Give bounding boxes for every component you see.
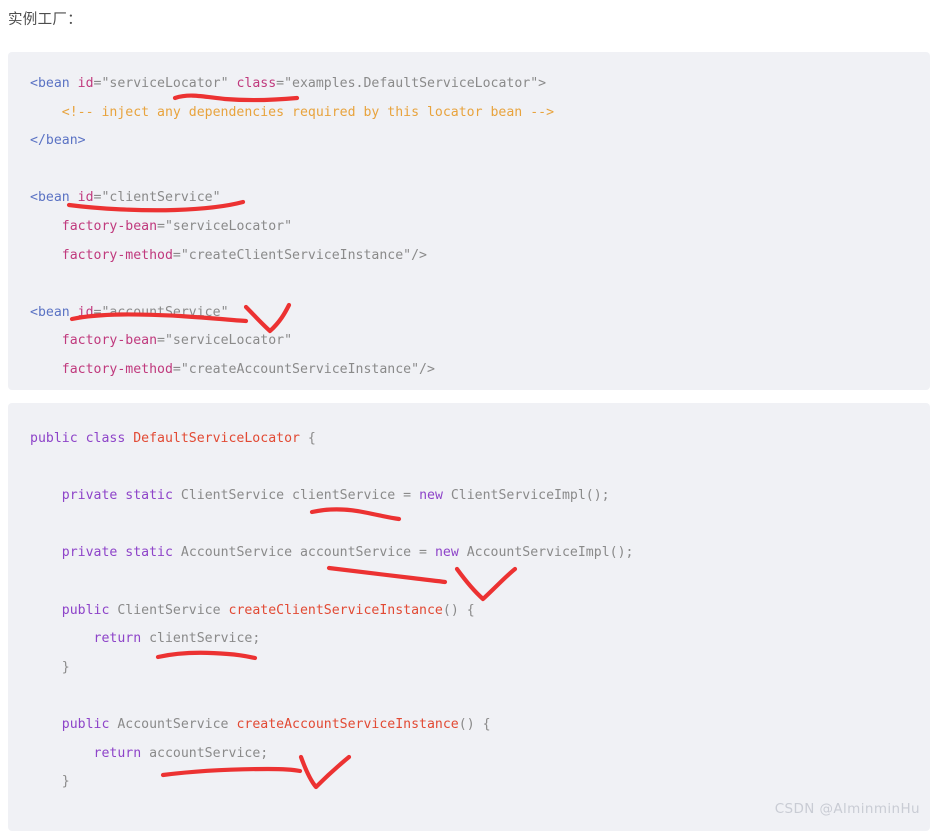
code-line: public class DefaultServiceLocator { [8, 425, 930, 454]
code-token: DefaultServiceLocator [133, 431, 300, 446]
code-line: return clientService; [8, 625, 930, 654]
code-block-java: public class DefaultServiceLocator { pri… [8, 403, 930, 831]
code-token: return [93, 631, 150, 647]
code-token: ="createClientServiceInstance"/> [172, 247, 427, 263]
code-token: clientService; [149, 631, 261, 647]
code-token: </bean> [30, 133, 86, 149]
code-block-xml: <bean id="serviceLocator" class="example… [8, 52, 930, 390]
code-token: new [419, 488, 451, 504]
code-line: <!-- inject any dependencies required by… [8, 99, 930, 128]
code-token: createAccountServiceInstance [236, 716, 459, 732]
code-token: AccountServiceImpl(); [466, 545, 634, 561]
code-token: public [30, 431, 86, 446]
code-token: ="examples.DefaultServiceLocator"> [276, 76, 547, 91]
code-token: ="clientService" [93, 190, 221, 206]
code-token: ="accountService" [93, 304, 229, 320]
code-token: AccountService [117, 716, 237, 732]
code-token: private [61, 488, 126, 504]
code-token: new [434, 545, 467, 561]
code-token: AccountService accountService = [180, 545, 435, 561]
code-token: () { [458, 716, 491, 732]
code-token: factory-bean [61, 218, 158, 234]
code-line: public AccountService createAccountServi… [8, 711, 930, 740]
code-line: } [8, 654, 930, 683]
code-token: return [93, 745, 150, 761]
code-line: </bean> [8, 127, 930, 156]
code-token: { [299, 431, 316, 446]
code-token: factory-bean [61, 333, 158, 349]
code-token: ClientServiceImpl(); [450, 488, 610, 504]
code-token: public [61, 716, 118, 732]
code-line: private static AccountService accountSer… [8, 539, 930, 568]
code-token: <bean [30, 190, 78, 206]
code-line: <bean id="clientService" [8, 184, 930, 213]
page-title: 实例工厂： [8, 12, 82, 28]
code-line: } [8, 768, 930, 797]
code-token: class [85, 431, 134, 446]
code-token: createClientServiceInstance [228, 602, 443, 618]
code-token: ="serviceLocator" [157, 218, 293, 234]
code-token: <bean [30, 76, 78, 91]
code-token: static [125, 488, 181, 504]
code-token: id [77, 76, 94, 91]
code-token: class [236, 76, 277, 91]
code-token: accountService; [149, 745, 269, 761]
code-token: id [77, 304, 94, 320]
code-token: ="serviceLocator" [157, 333, 293, 349]
code-token: ClientService clientService = [180, 488, 420, 504]
code-line: private static ClientService clientServi… [8, 482, 930, 511]
code-line: factory-bean="serviceLocator" [8, 213, 930, 242]
code-token: <bean [30, 304, 78, 320]
code-token: id [77, 190, 94, 206]
code-line: <bean id="accountService" [8, 299, 930, 328]
code-line: } [8, 825, 930, 831]
code-token: private [61, 545, 126, 561]
code-line: <bean id="serviceLocator" class="example… [8, 70, 930, 99]
code-token: () { [442, 602, 475, 618]
code-token: public [61, 602, 118, 618]
code-token: ="createAccountServiceInstance"/> [172, 361, 435, 377]
code-token: } [30, 774, 70, 790]
code-line: factory-method="createClientServiceInsta… [8, 242, 930, 271]
code-token: } [30, 659, 70, 675]
code-line: factory-bean="serviceLocator" [8, 327, 930, 356]
code-token: static [125, 545, 181, 561]
code-line: public ClientService createClientService… [8, 597, 930, 626]
code-token: ClientService [117, 602, 229, 618]
code-line: return accountService; [8, 740, 930, 769]
code-token: <!-- inject any dependencies required by… [30, 104, 555, 120]
code-token: factory-method [61, 247, 173, 263]
csdn-watermark: CSDN @AlminminHu [774, 801, 920, 817]
code-line: factory-method="createAccountServiceInst… [8, 356, 930, 385]
code-token: factory-method [61, 361, 173, 377]
code-token: ="serviceLocator" [93, 76, 237, 91]
article-page: 实例工厂： <bean id="serviceLocator" class="e… [0, 0, 938, 839]
